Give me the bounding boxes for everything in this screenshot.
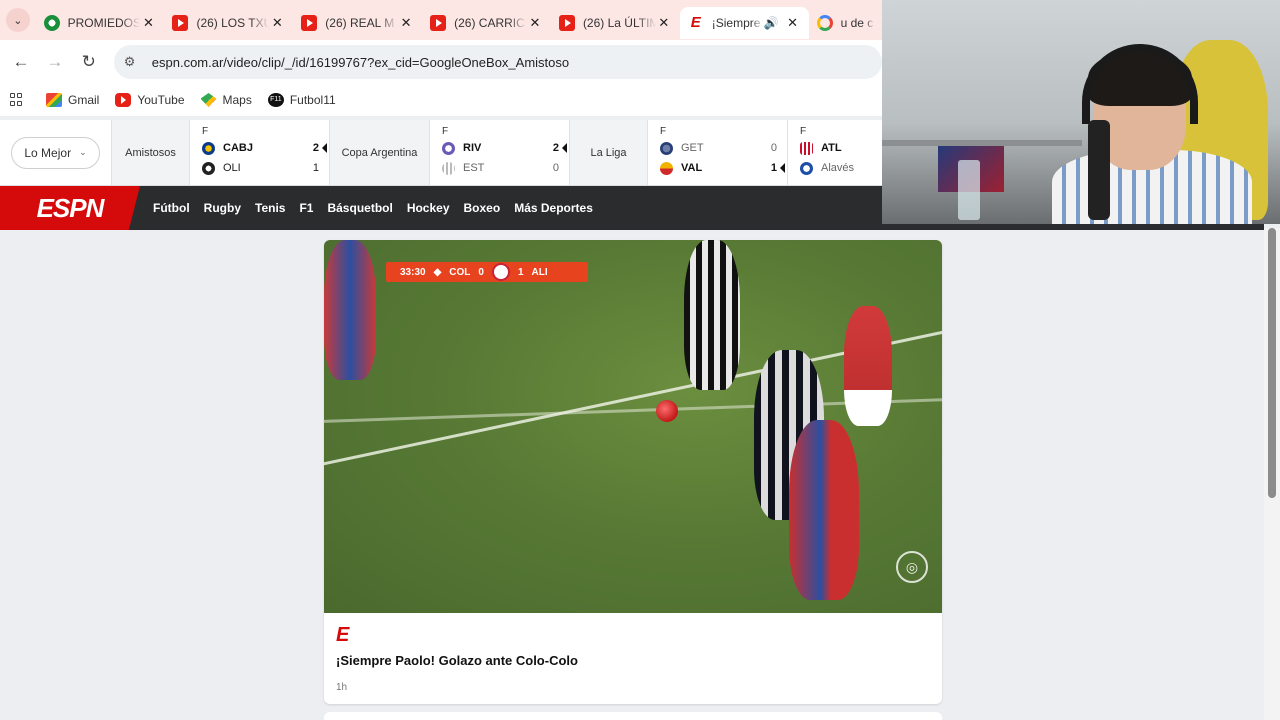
microphone-icon: [1088, 120, 1110, 220]
maps-icon: [200, 93, 217, 107]
football-icon: [656, 400, 678, 422]
youtube-icon: [558, 15, 575, 31]
nav-item-hockey[interactable]: Hockey: [407, 201, 450, 215]
bookmark-gmail[interactable]: Gmail: [46, 93, 99, 107]
nav-item-f1[interactable]: F1: [299, 201, 313, 215]
team-row: ATL: [800, 138, 870, 158]
espn-icon: E: [336, 624, 350, 646]
game-card[interactable]: F RIV 2 EST 0: [430, 120, 570, 185]
team-row: CABJ 2: [202, 138, 327, 158]
webcam-overlay: [882, 0, 1280, 224]
headset-icon: [1082, 44, 1198, 124]
tab-promiedos[interactable]: PROMIEDOS ✕: [36, 7, 165, 39]
close-icon[interactable]: ✕: [140, 15, 156, 31]
player-figure: [844, 306, 892, 426]
next-card[interactable]: [324, 712, 942, 720]
player-figure: [684, 240, 740, 390]
chevron-down-icon: ⌄: [79, 147, 87, 157]
winner-arrow-icon: [322, 143, 327, 153]
close-icon[interactable]: ✕: [527, 15, 543, 31]
video-player[interactable]: 33:30 ◆ COL 0 1 ALI ◎: [324, 240, 942, 613]
nav-item-boxeo[interactable]: Boxeo: [464, 201, 501, 215]
league-label[interactable]: Amistosos: [112, 120, 190, 185]
team-row: Alavés: [800, 158, 870, 178]
team-logo-icon: [442, 161, 455, 175]
team-row: EST 0: [442, 158, 559, 178]
reload-icon[interactable]: ↻: [72, 52, 106, 72]
futbol11-icon: F11: [267, 93, 284, 107]
scores-strip: Lo Mejor ⌄ Amistosos F CABJ 2 OLI 1 Copa…: [0, 120, 882, 186]
site-info-icon[interactable]: ⚙: [124, 54, 146, 70]
team-row: OLI 1: [202, 158, 319, 178]
close-icon[interactable]: ✕: [398, 15, 414, 31]
nav-item-basquetbol[interactable]: Básquetbol: [327, 201, 392, 215]
tennis-ball-icon: ◎: [896, 551, 928, 583]
apps-grid-icon[interactable]: [10, 93, 24, 107]
team-logo-icon: [660, 161, 673, 175]
nav-item-tenis[interactable]: Tenis: [255, 201, 285, 215]
page-content: 33:30 ◆ COL 0 1 ALI ◎ E ¡Siempre Paolo! …: [0, 230, 1264, 720]
team-logo-icon: [202, 161, 215, 175]
nav-item-mas-deportes[interactable]: Más Deportes: [514, 201, 593, 215]
team-logo-icon: [800, 161, 813, 175]
winner-arrow-icon: [562, 143, 567, 153]
close-icon[interactable]: ✕: [656, 15, 672, 31]
game-card[interactable]: F CABJ 2 OLI 1: [190, 120, 330, 185]
video-headline[interactable]: ¡Siempre Paolo! Golazo ante Colo-Colo: [336, 653, 930, 668]
tab-search-button[interactable]: ⌄: [0, 0, 36, 40]
bookmark-maps[interactable]: Maps: [200, 93, 252, 107]
back-arrow-icon[interactable]: ←: [4, 52, 38, 72]
league-selector[interactable]: Lo Mejor ⌄: [11, 136, 100, 169]
scrollbar-thumb[interactable]: [1268, 228, 1276, 498]
google-icon: [816, 15, 833, 31]
bookmark-futbol11[interactable]: F11 Futbol11: [267, 93, 336, 107]
nav-item-rugby[interactable]: Rugby: [204, 201, 241, 215]
speaker-icon[interactable]: 🔊: [764, 16, 779, 30]
url-input[interactable]: ⚙ espn.com.ar/video/clip/_/id/16199767?e…: [113, 45, 882, 79]
tab-youtube-1[interactable]: (26) LOS TXU ✕: [164, 7, 293, 39]
gmail-icon: [46, 93, 62, 107]
forward-arrow-icon[interactable]: →: [38, 52, 72, 72]
team-logo-icon: [202, 141, 215, 155]
youtube-icon: [172, 15, 189, 31]
tab-bar: ⌄ PROMIEDOS ✕ (26) LOS TXU ✕ (26) REAL M…: [0, 0, 882, 40]
chevron-down-icon: ⌄: [5, 8, 30, 32]
bookmark-youtube[interactable]: YouTube: [115, 93, 185, 107]
team-logo-icon: [800, 141, 813, 155]
player-figure: [324, 240, 376, 380]
club-badge-icon: [491, 263, 510, 281]
address-bar: ← → ↻ ⚙ espn.com.ar/video/clip/_/id/1619…: [0, 40, 882, 84]
team-row: GET 0: [660, 138, 777, 158]
match-scorebug: 33:30 ◆ COL 0 1 ALI: [386, 262, 588, 282]
game-card[interactable]: F GET 0 VAL 1: [648, 120, 788, 185]
player-figure: [789, 420, 859, 600]
video-timestamp: 1h: [336, 682, 348, 693]
winner-arrow-icon: [780, 163, 785, 173]
tab-youtube-2[interactable]: (26) REAL M ✕: [293, 7, 422, 39]
tab-google[interactable]: u de ch: [809, 7, 882, 39]
tab-youtube-4[interactable]: (26) La ÚLTIM ✕: [551, 7, 680, 39]
video-card[interactable]: 33:30 ◆ COL 0 1 ALI ◎ E ¡Siempre Paolo! …: [324, 240, 942, 704]
team-logo-icon: [442, 141, 455, 155]
close-icon[interactable]: ✕: [269, 15, 285, 31]
ball-icon: [43, 15, 60, 31]
league-label[interactable]: La Liga: [570, 120, 648, 185]
close-icon[interactable]: ✕: [785, 15, 801, 31]
youtube-icon: [115, 93, 132, 107]
page-scrollbar[interactable]: [1264, 228, 1280, 720]
game-card[interactable]: F ATL Alavés: [788, 120, 880, 185]
url-text: espn.com.ar/video/clip/_/id/16199767?ex_…: [151, 54, 570, 70]
league-label[interactable]: Copa Argentina: [330, 120, 430, 185]
espn-logo[interactable]: ESPN: [0, 186, 140, 230]
tab-espn-active[interactable]: E ¡Siempre 🔊 ✕: [679, 7, 809, 39]
team-logo-icon: [660, 141, 673, 155]
tab-youtube-3[interactable]: (26) CARRIC ✕: [422, 7, 551, 39]
team-row: VAL 1: [660, 158, 785, 178]
team-row: RIV 2: [442, 138, 567, 158]
youtube-icon: [430, 15, 447, 31]
espn-icon: E: [690, 14, 701, 31]
youtube-icon: [301, 15, 318, 31]
bookmarks-bar: Gmail YouTube Maps F11 Futbol11: [0, 84, 882, 116]
nav-item-futbol[interactable]: Fútbol: [153, 201, 190, 215]
